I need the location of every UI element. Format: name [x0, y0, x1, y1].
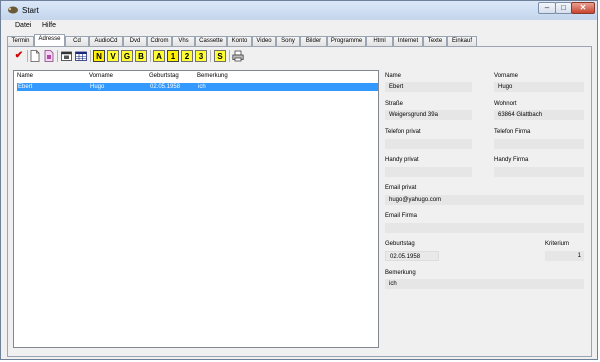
maximize-icon: □ [561, 3, 566, 12]
toolbar-separator [150, 50, 151, 62]
tab-sony[interactable]: Sony [276, 36, 300, 46]
sort-2-button[interactable]: 2 [181, 50, 193, 62]
copy-document-icon[interactable] [44, 50, 54, 62]
label-handy-privat: Handy privat [385, 157, 419, 163]
tab-programme[interactable]: Programme [327, 36, 366, 46]
field-email-privat[interactable]: hugo@yahugo.com [385, 195, 584, 205]
column-header-name[interactable]: Name [17, 73, 33, 79]
tab-dvd[interactable]: Dvd [123, 36, 147, 46]
sort-1-button[interactable]: 1 [167, 50, 179, 62]
checkmark-icon[interactable]: ✔ [13, 50, 25, 62]
menu-hilfe[interactable]: Hilfe [42, 22, 56, 29]
toolbar-separator [27, 50, 28, 62]
search-s-button[interactable]: S [214, 50, 226, 62]
tab-cassette[interactable]: Cassette [195, 36, 227, 46]
tab-internet[interactable]: Internet [393, 36, 423, 46]
label-email-firma: Email Firma [385, 213, 418, 219]
tab-video[interactable]: Video [252, 36, 276, 46]
maximize-button[interactable]: □ [555, 2, 572, 14]
app-icon [8, 6, 18, 14]
window-icon[interactable] [61, 50, 72, 62]
field-telefon-privat[interactable] [385, 139, 472, 149]
label-geburtstag: Geburtstag [385, 241, 415, 247]
filter-g-button[interactable]: G [121, 50, 133, 62]
main-window: Start – □ ✕ Datei Hilfe Termin Adresse C… [0, 0, 598, 360]
label-kriterium: Kriterium [545, 241, 570, 247]
printer-icon[interactable] [232, 50, 244, 62]
list-item[interactable]: Ebert Hugo 02.05.1958 ich [17, 83, 378, 91]
tab-einkauf[interactable]: Einkauf [447, 36, 477, 46]
tab-audiocd[interactable]: AudioCd [89, 36, 123, 46]
field-vorname[interactable]: Hugo [494, 82, 584, 92]
column-header-bemerkung[interactable]: Bemerkung [197, 73, 228, 79]
filter-b-button[interactable]: B [135, 50, 147, 62]
new-document-icon[interactable] [30, 50, 40, 62]
menu-datei[interactable]: Datei [15, 22, 31, 29]
tab-texte[interactable]: Texte [423, 36, 447, 46]
tab-html[interactable]: Html [366, 36, 393, 46]
address-list[interactable]: Name Vorname Geburtstag Bemerkung Ebert … [13, 70, 379, 348]
sort-3-button[interactable]: 3 [195, 50, 207, 62]
column-header-vorname[interactable]: Vorname [89, 73, 113, 79]
toolbar-separator [90, 50, 91, 62]
minimize-button[interactable]: – [538, 2, 556, 14]
label-strasse: Straße [385, 101, 404, 107]
field-name[interactable]: Ebert [385, 82, 472, 92]
toolbar-separator [57, 50, 58, 62]
label-vorname: Vorname [494, 73, 519, 79]
cell-geburtstag: 02.05.1958 [150, 84, 181, 90]
tab-vhs[interactable]: Vhs [172, 36, 195, 46]
tab-cd[interactable]: Cd [65, 36, 89, 46]
label-wohnort: Wohnort [494, 101, 517, 107]
field-bemerkung[interactable]: ich [385, 279, 584, 289]
close-icon: ✕ [579, 3, 587, 12]
tab-bilder[interactable]: Bilder [300, 36, 327, 46]
field-handy-privat[interactable] [385, 167, 472, 177]
label-telefon-firma: Telefon Firma [494, 129, 531, 135]
label-name: Name [385, 73, 402, 79]
window-title: Start [22, 6, 39, 15]
field-kriterium[interactable]: 1 [545, 251, 584, 261]
label-handy-firma: Handy Firma [494, 157, 529, 163]
field-handy-firma[interactable] [494, 167, 584, 177]
toolbar-separator [229, 50, 230, 62]
menu-bar: Datei Hilfe [1, 20, 597, 32]
field-email-firma[interactable] [385, 223, 584, 233]
tab-panel-adresse: ✔ N V G B A 1 2 3 S Name Vorname Geburts… [7, 46, 592, 357]
tab-cdrom[interactable]: Cdrom [147, 36, 172, 46]
field-geburtstag[interactable]: 02.05.1958 [385, 251, 439, 261]
close-button[interactable]: ✕ [571, 2, 595, 14]
label-email-privat: Email privat [385, 185, 417, 191]
sort-a-button[interactable]: A [153, 50, 165, 62]
field-strasse[interactable]: Weigersgrund 39a [385, 110, 472, 120]
label-bemerkung: Bemerkung [385, 270, 416, 276]
cell-name: Ebert [18, 84, 33, 90]
field-wohnort[interactable]: 63864 Glattbach [494, 110, 584, 120]
title-bar[interactable]: Start – □ ✕ [1, 1, 597, 20]
grid-icon[interactable] [75, 50, 87, 62]
tab-termin[interactable]: Termin [7, 36, 34, 46]
field-telefon-firma[interactable] [494, 139, 584, 149]
cell-vorname: Hugo [90, 84, 105, 90]
column-header-geburtstag[interactable]: Geburtstag [149, 73, 179, 79]
filter-n-button[interactable]: N [93, 50, 105, 62]
cell-bemerkung: ich [198, 84, 206, 90]
minimize-icon: – [544, 3, 550, 12]
label-telefon-privat: Telefon privat [385, 129, 421, 135]
filter-v-button[interactable]: V [107, 50, 119, 62]
tab-konto[interactable]: Konto [227, 36, 252, 46]
tab-adresse[interactable]: Adresse [34, 34, 65, 46]
toolbar-separator [210, 50, 211, 62]
